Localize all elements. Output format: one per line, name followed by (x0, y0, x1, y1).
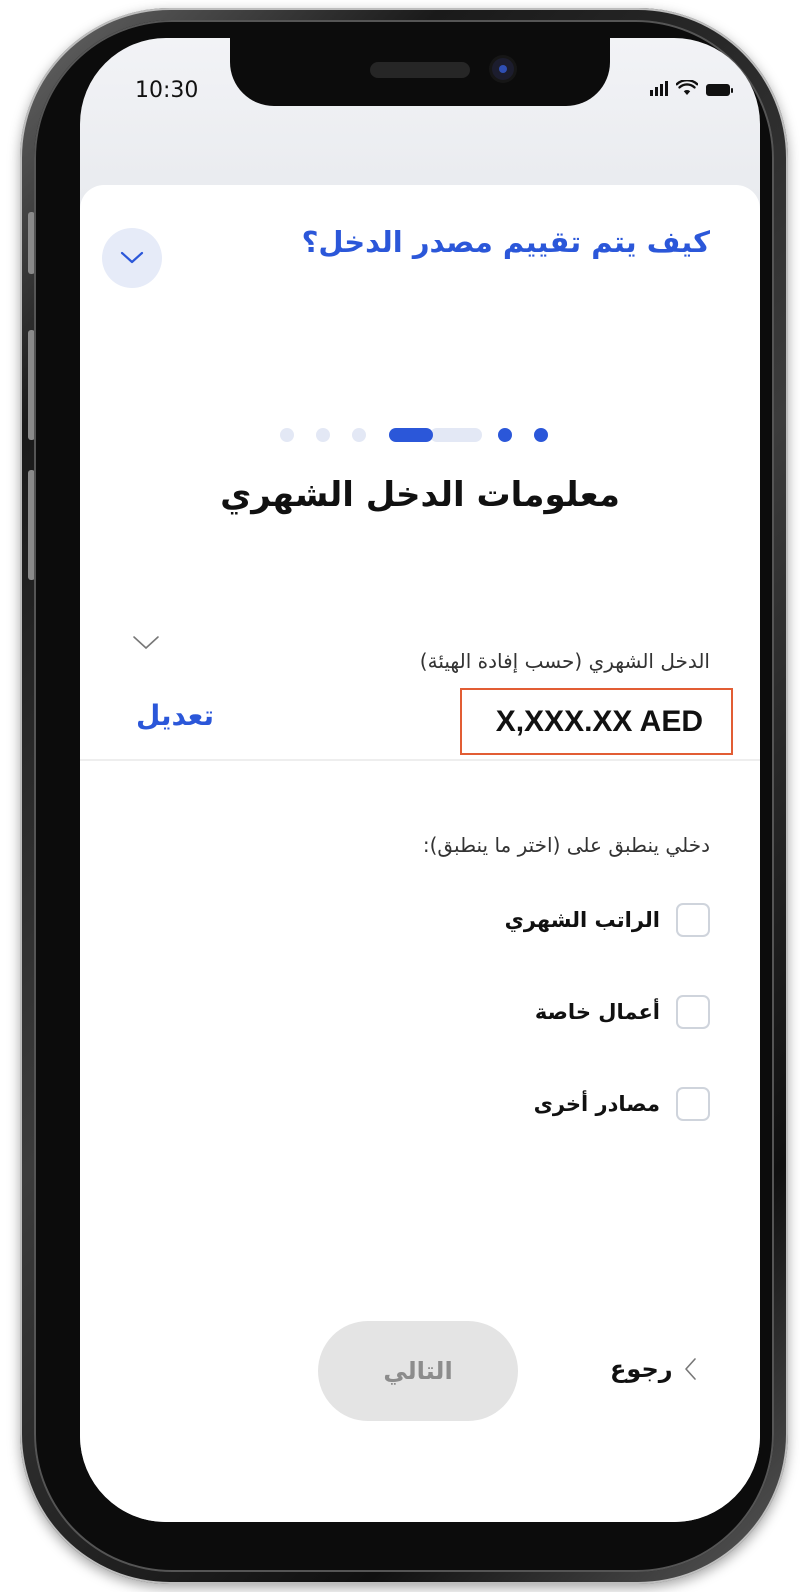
option-label: أعمال خاصة (534, 1000, 660, 1024)
checkbox-private-business[interactable] (676, 995, 710, 1029)
option-private-business[interactable]: أعمال خاصة (535, 995, 710, 1029)
back-button[interactable]: رجوع (610, 1355, 697, 1383)
status-icons (650, 80, 733, 96)
chevron-down-icon (120, 251, 144, 264)
front-camera (492, 58, 514, 80)
step-dot (352, 428, 366, 442)
step-progress-track (430, 428, 482, 442)
monthly-income-label: الدخل الشهري (حسب إفادة الهيئة) (419, 649, 710, 673)
page-title: معلومات الدخل الشهري (220, 475, 620, 515)
next-button[interactable]: التالي (318, 1321, 518, 1421)
battery-icon (706, 84, 733, 96)
divider (80, 759, 760, 761)
notch (230, 38, 610, 106)
help-toggle-button[interactable] (102, 228, 162, 288)
checkbox-other-sources[interactable] (676, 1087, 710, 1121)
help-title[interactable]: كيف يتم تقييم مصدر الدخل؟ (302, 225, 710, 259)
monthly-income-value: X,XXX.XX AED (460, 688, 733, 755)
checkbox-monthly-salary[interactable] (676, 903, 710, 937)
step-current (389, 428, 433, 442)
option-other-sources[interactable]: مصادر أخرى (534, 1087, 710, 1121)
step-dot (316, 428, 330, 442)
chevron-down-icon[interactable] (132, 635, 160, 651)
option-monthly-salary[interactable]: الراتب الشهري (505, 903, 710, 937)
chevron-left-icon (684, 1358, 696, 1380)
step-dot-completed (534, 428, 548, 442)
income-sources-label: دخلي ينطبق على (اختر ما ينطبق): (422, 833, 710, 857)
back-label: رجوع (610, 1355, 673, 1383)
speaker-grille (370, 62, 470, 78)
option-label: الراتب الشهري (504, 908, 660, 932)
income-form-card: كيف يتم تقييم مصدر الدخل؟ معلومات الدخل … (80, 185, 760, 1522)
monthly-income-amount: X,XXX.XX AED (495, 704, 703, 738)
step-dot (280, 428, 294, 442)
status-time: 10:30 (135, 78, 199, 103)
step-dot-completed (498, 428, 512, 442)
edit-income-link[interactable]: تعديل (136, 699, 214, 732)
option-label: مصادر أخرى (533, 1092, 660, 1116)
phone-screen: 10:30 كيف يتم تقييم مصدر الدخل؟ معلومات … (80, 38, 760, 1522)
cellular-signal-icon (650, 80, 668, 96)
wifi-icon (676, 80, 698, 95)
